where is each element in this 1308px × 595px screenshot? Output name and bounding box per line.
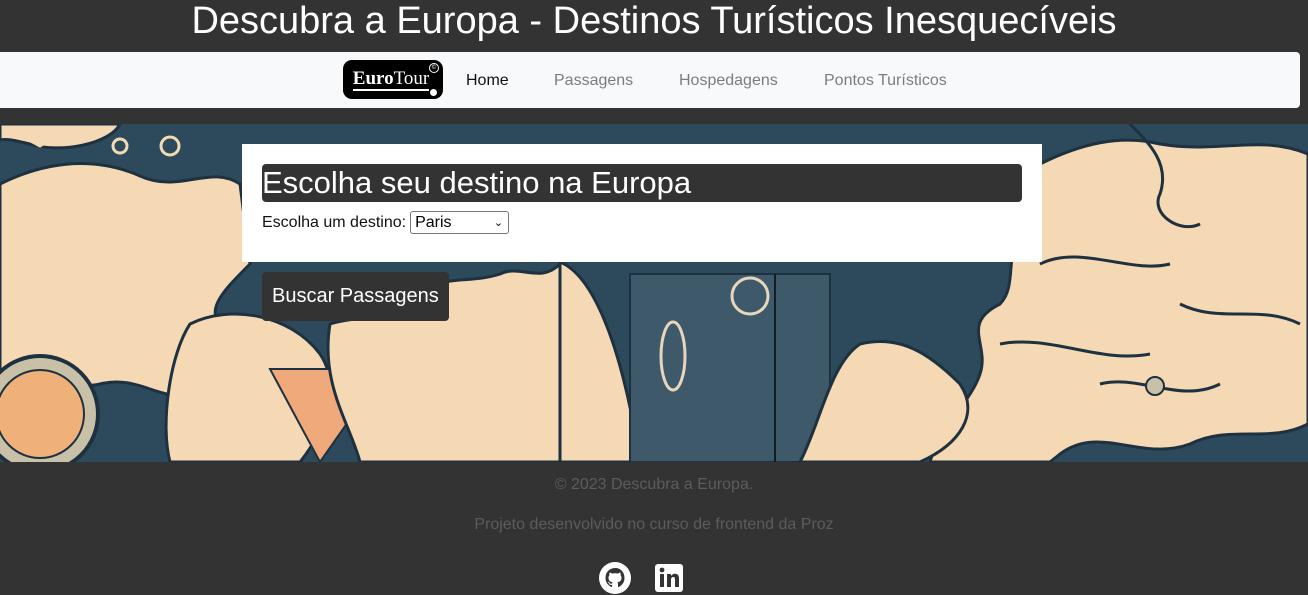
card-title: Escolha seu destino na Europa: [262, 164, 1022, 202]
hero-section: Escolha seu destino na Europa Escolha um…: [0, 124, 1308, 462]
nav-item-pontos-turisticos[interactable]: Pontos Turísticos: [824, 71, 947, 91]
logo-wordmark: Euro Tour: [352, 67, 430, 91]
page-title: Descubra a Europa - Destinos Turísticos …: [191, 0, 1117, 42]
nav-item-hospedagens[interactable]: Hospedagens: [679, 71, 778, 91]
buscar-passagens-button[interactable]: Buscar Passagens: [262, 272, 449, 321]
credit-text: Projeto desenvolvido no curso de fronten…: [474, 516, 834, 533]
linkedin-icon[interactable]: [653, 561, 685, 595]
copyright-text: © 2023 Descubra a Europa.: [554, 476, 754, 493]
github-icon[interactable]: [599, 561, 631, 595]
destination-select[interactable]: Paris ⌄: [410, 211, 510, 234]
chevron-down-icon: ⌄: [493, 217, 504, 229]
nav-item-passagens[interactable]: Passagens: [554, 71, 633, 91]
destination-card: Escolha seu destino na Europa Escolha um…: [242, 144, 1042, 262]
logo-dot-icon: [430, 89, 437, 96]
logo-text-light: Tour: [393, 67, 430, 89]
navbar: Euro Tour © Home Passagens Hospedagens Po…: [0, 52, 1300, 108]
footer: © 2023 Descubra a Europa. Projeto desenv…: [0, 462, 1308, 595]
destination-select-value: Paris: [415, 214, 452, 231]
logo-copyright-mark: ©: [429, 63, 439, 73]
site-header: Descubra a Europa - Destinos Turísticos …: [0, 0, 1308, 48]
destination-label: Escolha um destino:: [262, 213, 407, 231]
logo-text-bold: Euro: [352, 67, 394, 89]
eurotour-logo[interactable]: Euro Tour ©: [343, 60, 443, 99]
nav-item-home[interactable]: Home: [466, 71, 509, 91]
destination-row: Escolha um destino: Paris ⌄: [262, 211, 510, 234]
